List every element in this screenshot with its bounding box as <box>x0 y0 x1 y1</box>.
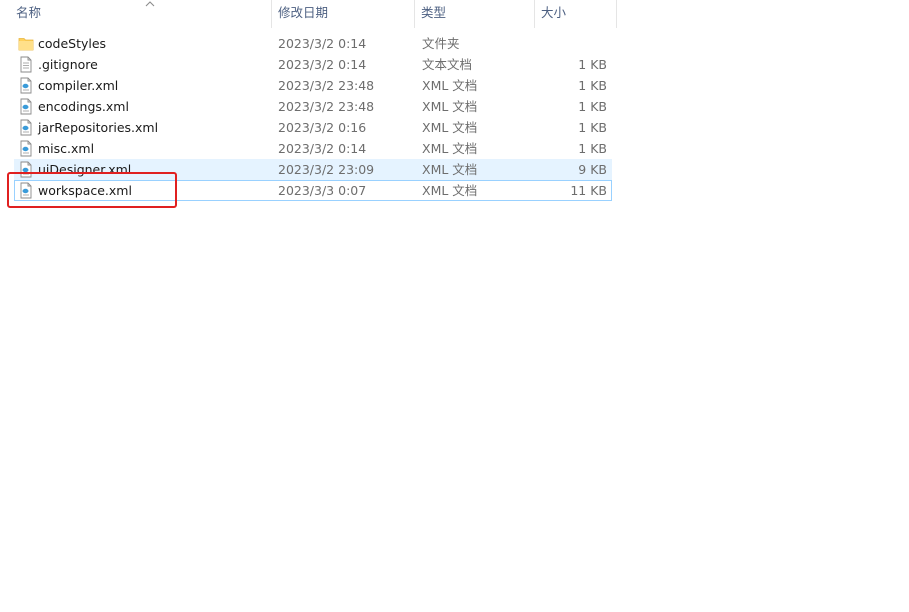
file-name: misc.xml <box>38 141 95 156</box>
column-header-date[interactable]: 修改日期 <box>272 0 415 28</box>
xml-file-icon <box>18 119 34 136</box>
file-date: 2023/3/2 0:14 <box>278 36 367 51</box>
file-name: jarRepositories.xml <box>38 120 159 135</box>
file-name: codeStyles <box>38 36 107 51</box>
file-date: 2023/3/2 0:14 <box>278 141 367 156</box>
file-name: compiler.xml <box>38 78 119 93</box>
file-row[interactable]: .gitignore 2023/3/2 0:14 文本文档 1 KB <box>14 54 612 75</box>
file-name: encodings.xml <box>38 99 129 114</box>
file-date: 2023/3/2 23:48 <box>278 99 375 114</box>
file-name: workspace.xml <box>38 183 132 198</box>
file-name: .gitignore <box>38 57 98 72</box>
file-row[interactable]: compiler.xml 2023/3/2 23:48 XML 文档 1 KB <box>14 75 612 96</box>
file-type: XML 文档 <box>422 120 478 135</box>
sort-ascending-icon <box>145 1 155 7</box>
column-header-name-label: 名称 <box>16 5 42 20</box>
column-header-type-label: 类型 <box>421 5 447 20</box>
file-date: 2023/3/2 23:09 <box>278 162 375 177</box>
file-date: 2023/3/2 0:14 <box>278 57 367 72</box>
file-size: 1 KB <box>578 141 607 156</box>
file-type: XML 文档 <box>422 78 478 93</box>
file-type: XML 文档 <box>422 162 478 177</box>
column-header-size[interactable]: 大小 <box>535 0 617 28</box>
file-type: XML 文档 <box>422 183 478 198</box>
file-size: 1 KB <box>578 99 607 114</box>
file-date: 2023/3/2 23:48 <box>278 78 375 93</box>
file-list: codeStyles 2023/3/2 0:14 文件夹 .gitignore … <box>14 33 612 201</box>
file-size: 9 KB <box>578 162 607 177</box>
folder-icon <box>18 35 34 52</box>
file-name: uiDesigner.xml <box>38 162 132 177</box>
file-row-hovered[interactable]: uiDesigner.xml 2023/3/2 23:09 XML 文档 9 K… <box>14 159 612 180</box>
file-type: XML 文档 <box>422 99 478 114</box>
file-size: 1 KB <box>578 57 607 72</box>
column-header-date-label: 修改日期 <box>278 5 329 20</box>
file-type: XML 文档 <box>422 141 478 156</box>
column-header-bar: 名称 修改日期 类型 大小 <box>0 0 617 28</box>
file-size: 1 KB <box>578 78 607 93</box>
column-header-type[interactable]: 类型 <box>415 0 535 28</box>
column-header-size-label: 大小 <box>541 5 567 20</box>
file-type: 文件夹 <box>422 36 460 51</box>
column-header-name[interactable]: 名称 <box>10 0 272 28</box>
file-explorer-view: 名称 修改日期 类型 大小 codeStyles 2023/3/2 0:14 文… <box>0 0 909 612</box>
file-date: 2023/3/3 0:07 <box>278 183 367 198</box>
xml-file-icon <box>18 161 34 178</box>
file-size: 1 KB <box>578 120 607 135</box>
xml-file-icon <box>18 182 34 199</box>
xml-file-icon <box>18 77 34 94</box>
xml-file-icon <box>18 98 34 115</box>
file-date: 2023/3/2 0:16 <box>278 120 367 135</box>
xml-file-icon <box>18 140 34 157</box>
file-row-selected[interactable]: workspace.xml 2023/3/3 0:07 XML 文档 11 KB <box>14 180 612 201</box>
file-type: 文本文档 <box>422 57 473 72</box>
text-file-icon <box>18 56 34 73</box>
file-size: 11 KB <box>570 183 607 198</box>
file-row[interactable]: codeStyles 2023/3/2 0:14 文件夹 <box>14 33 612 54</box>
file-row[interactable]: jarRepositories.xml 2023/3/2 0:16 XML 文档… <box>14 117 612 138</box>
file-row[interactable]: misc.xml 2023/3/2 0:14 XML 文档 1 KB <box>14 138 612 159</box>
file-row[interactable]: encodings.xml 2023/3/2 23:48 XML 文档 1 KB <box>14 96 612 117</box>
